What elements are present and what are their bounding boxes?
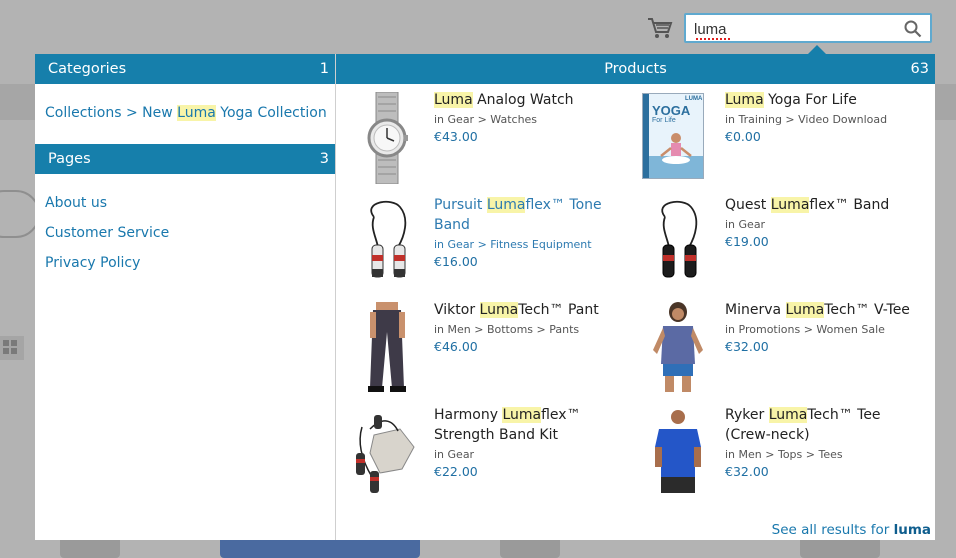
product-item[interactable]: Ryker LumaTech™ Tee (Crew-neck) in Men >…: [627, 401, 917, 501]
product-image-woman-tee: [653, 302, 703, 392]
product-category: in Gear: [725, 218, 766, 231]
product-category: in Men > Bottoms > Pants: [434, 323, 580, 336]
product-image-pants: [368, 302, 406, 392]
product-image-jump-rope: [661, 200, 698, 278]
product-category: in Promotions > Women Sale: [725, 323, 885, 336]
product-category: in Training > Video Download: [725, 113, 888, 126]
product-price: €46.00: [434, 339, 478, 354]
grid-view-icon: [0, 336, 24, 360]
left-column: Categories 1 Collections > New Luma Yoga…: [35, 54, 336, 540]
product-item[interactable]: Luma Analog Watch in Gear > Watches €43.…: [336, 86, 626, 186]
search-autocomplete-dropdown: Categories 1 Collections > New Luma Yoga…: [35, 54, 935, 540]
product-price: €32.00: [725, 464, 769, 479]
search-icon[interactable]: [904, 20, 922, 38]
product-name[interactable]: Luma Yoga For Life: [725, 90, 910, 110]
product-item[interactable]: Quest Lumaflex™ Band in Gear €19.00: [627, 191, 917, 291]
cart-icon[interactable]: [647, 16, 673, 40]
products-count: 63: [910, 61, 929, 77]
product-price: €32.00: [725, 339, 769, 354]
product-name[interactable]: Harmony Lumaflex™ Strength Band Kit: [434, 405, 619, 445]
product-image-dvd: LUMA YOGA For Life: [642, 93, 704, 179]
product-name[interactable]: Minerva LumaTech™ V-Tee: [725, 300, 910, 320]
product-name[interactable]: Viktor LumaTech™ Pant: [434, 300, 619, 320]
background-logo-fragment: [0, 190, 40, 238]
product-item[interactable]: Pursuit Lumaflex™ Tone Band in Gear > Fi…: [336, 191, 626, 291]
category-link[interactable]: Collections > New Luma Yoga Collection: [45, 105, 327, 121]
page-link-customer-service[interactable]: Customer Service: [45, 225, 169, 241]
products-column: Products 63 Luma Analog Watch in Gear > …: [336, 54, 935, 540]
dvd-subtitle: For Life: [652, 117, 676, 124]
see-all-results-link[interactable]: See all results for luma: [772, 522, 931, 538]
product-item[interactable]: Harmony Lumaflex™ Strength Band Kit in G…: [336, 401, 626, 501]
product-item[interactable]: LUMA YOGA For Life Luma Yoga For Life in…: [627, 86, 917, 186]
product-price: €43.00: [434, 129, 478, 144]
search-box[interactable]: [684, 13, 932, 43]
page-link-privacy-policy[interactable]: Privacy Policy: [45, 255, 140, 271]
product-item[interactable]: Minerva LumaTech™ V-Tee in Promotions > …: [627, 296, 917, 396]
dvd-brand: LUMA: [685, 96, 703, 102]
pages-title: Pages: [48, 151, 91, 167]
product-price: €22.00: [434, 464, 478, 479]
product-image-watch: [367, 92, 408, 184]
product-name[interactable]: Luma Analog Watch: [434, 90, 619, 110]
dropdown-pointer: [808, 45, 826, 54]
product-name[interactable]: Pursuit Lumaflex™ Tone Band: [434, 195, 619, 235]
product-name[interactable]: Ryker LumaTech™ Tee (Crew-neck): [725, 405, 910, 445]
product-category: in Gear: [434, 448, 475, 461]
product-image-band-kit: [356, 415, 415, 493]
products-header: Products 63: [336, 54, 935, 84]
categories-header: Categories 1: [35, 54, 335, 84]
product-image-jump-rope: [370, 200, 407, 278]
categories-title: Categories: [48, 61, 127, 77]
product-price: €19.00: [725, 234, 769, 249]
products-title: Products: [604, 61, 667, 77]
yoga-figure-icon: [649, 133, 703, 178]
product-category: in Gear > Fitness Equipment: [434, 238, 592, 251]
product-item[interactable]: Viktor LumaTech™ Pant in Men > Bottoms >…: [336, 296, 626, 396]
search-input[interactable]: [694, 19, 894, 39]
product-category: in Gear > Watches: [434, 113, 538, 126]
product-image-man-tee: [655, 410, 701, 493]
pages-count: 3: [319, 151, 329, 167]
spellcheck-underline: [696, 38, 730, 40]
categories-count: 1: [319, 61, 329, 77]
product-price: €0.00: [725, 129, 761, 144]
product-name[interactable]: Quest Lumaflex™ Band: [725, 195, 910, 215]
page-link-about-us[interactable]: About us: [45, 195, 107, 211]
pages-header: Pages 3: [35, 144, 335, 174]
dvd-title: YOGA: [652, 103, 691, 118]
product-category: in Men > Tops > Tees: [725, 448, 843, 461]
product-price: €16.00: [434, 254, 478, 269]
